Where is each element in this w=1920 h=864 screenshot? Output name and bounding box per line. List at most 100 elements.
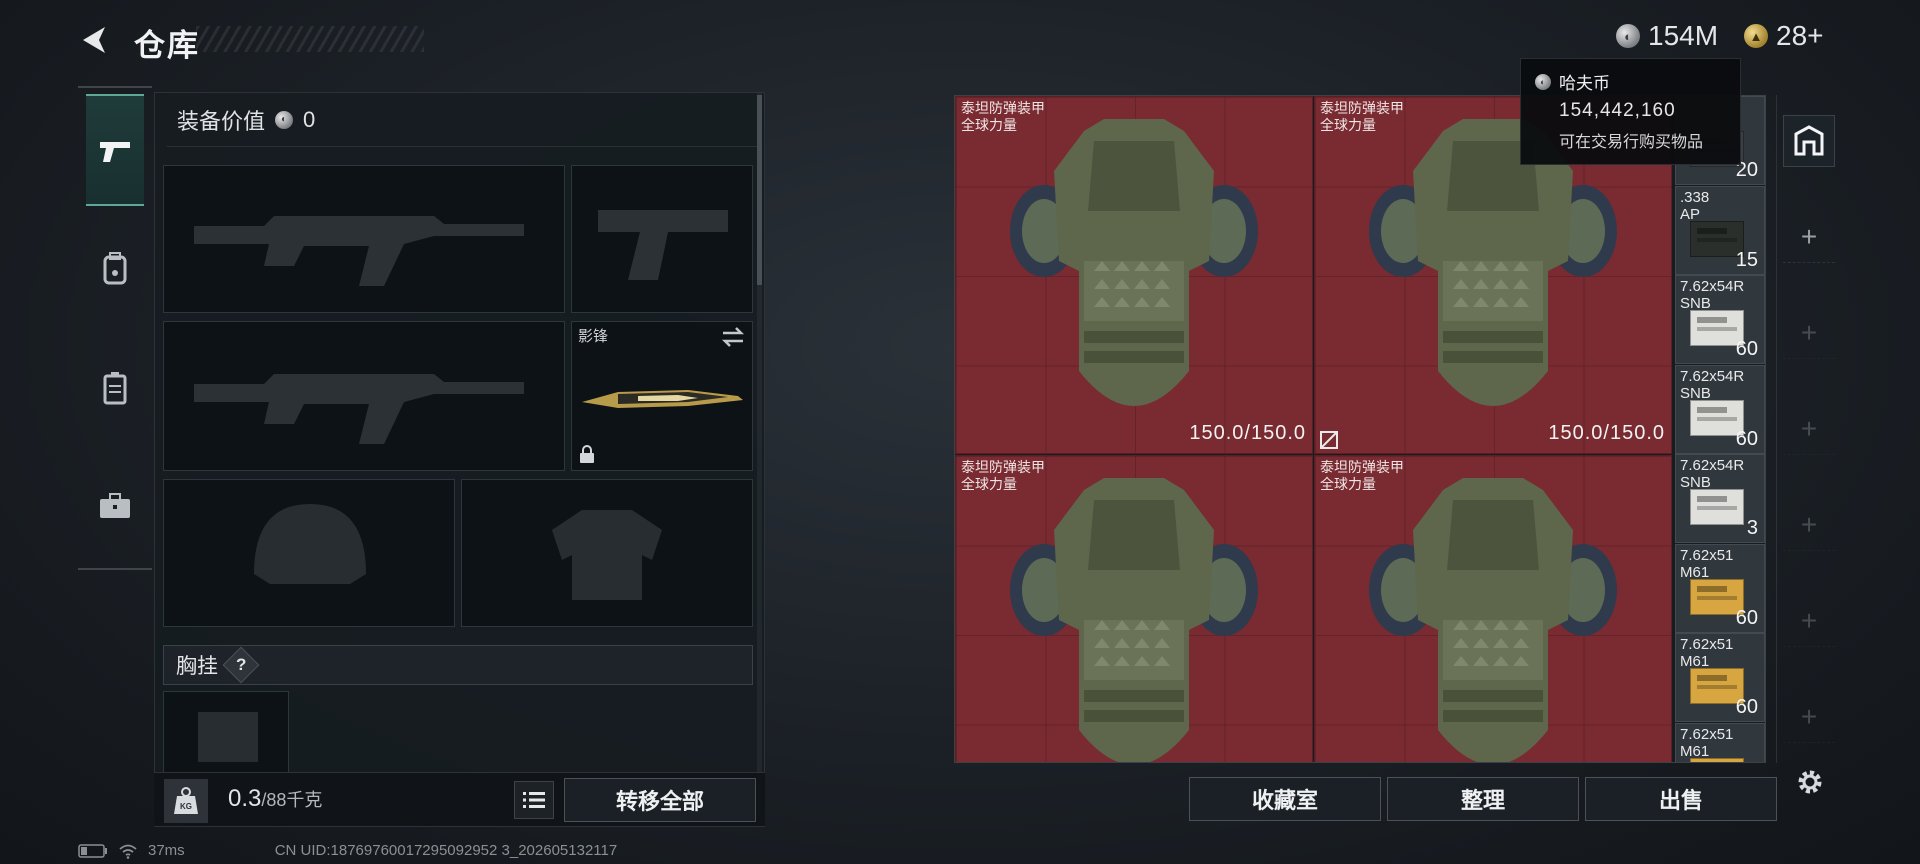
stash-item-ammo[interactable]: 7.62x51 M61 60 — [1675, 633, 1765, 722]
gear-icon — [1798, 770, 1822, 794]
stash-grid: 泰坦防弹装甲 全球力量 150.0/150.0 泰坦防弹装甲 全球力量 150.… — [954, 95, 1766, 763]
equipment-panel: 装备价值 ◐ 0 影锋 胸挂 ? — [154, 92, 765, 827]
primary-weapon-slot-1[interactable] — [163, 165, 565, 313]
not-equippable-icon — [1319, 430, 1339, 450]
add-stash-tab-6[interactable]: + — [1783, 691, 1835, 743]
tab-rig[interactable] — [86, 332, 144, 444]
back-button[interactable] — [74, 18, 114, 62]
primary-weapon-slot-2[interactable] — [163, 321, 565, 471]
tab-backpack[interactable] — [86, 212, 144, 324]
weight-readout: 0.3/88千克 — [228, 785, 322, 813]
premium-coin-icon: ▲ — [1744, 24, 1768, 48]
add-stash-tab-2[interactable]: + — [1783, 307, 1835, 359]
stash-item-ammo[interactable]: 7.62x54R SNB 60 — [1675, 275, 1765, 364]
add-stash-tab-1[interactable]: + — [1783, 211, 1835, 263]
stash-item-armor[interactable]: 泰坦防弹装甲 全球力量 — [955, 455, 1313, 762]
helmet-slot[interactable] — [163, 479, 455, 627]
ammo-count: 15 — [1735, 248, 1758, 271]
battery-icon — [78, 843, 107, 858]
ammo-name: 7.62x51 M61 — [1680, 636, 1734, 670]
ammo-name: 7.62x51 M61 — [1680, 546, 1734, 581]
equipment-value-label: 装备价值 — [177, 108, 266, 134]
weight-bar: KG 0.3/88千克 转移全部 — [154, 772, 765, 826]
vest-silhouette-icon — [552, 510, 662, 600]
rifle-silhouette-icon — [194, 374, 524, 444]
ammo-count: 60 — [1735, 338, 1758, 360]
list-view-button[interactable] — [514, 781, 554, 819]
value-coin-icon: ◐ — [275, 110, 294, 129]
tooltip-amount: 154,442,160 — [1559, 100, 1676, 121]
collection-room-button[interactable]: 收藏室 — [1189, 777, 1381, 821]
chest-rig-label: 胸挂 — [176, 655, 218, 678]
pistol-slot[interactable] — [571, 165, 753, 313]
organize-button[interactable]: 整理 — [1387, 777, 1579, 821]
chest-rig-slot[interactable] — [163, 691, 289, 773]
back-arrow-icon — [83, 27, 105, 53]
pistol-silhouette-icon — [598, 210, 728, 280]
ammo-name: 7.62x54R SNB — [1680, 457, 1745, 491]
equipment-scrollbar[interactable] — [757, 93, 762, 826]
plus-icon: + — [1800, 700, 1818, 732]
help-icon[interactable]: ? — [222, 646, 260, 684]
armor-name: 泰坦防弹装甲 全球力量 — [1320, 459, 1404, 492]
wifi-icon — [119, 844, 137, 859]
currency-premium[interactable]: ▲ 28+ — [1744, 20, 1824, 52]
tab-weapons[interactable] — [86, 94, 144, 206]
plus-icon: + — [1800, 316, 1818, 348]
plus-icon: + — [1800, 604, 1818, 636]
svg-text:KG: KG — [180, 802, 192, 811]
currency-tooltip: ◐ 哈夫币 154,442,160 可在交易行购买物品 — [1520, 58, 1741, 165]
transfer-all-button[interactable]: 转移全部 — [564, 778, 756, 822]
ping-text: 37ms — [148, 842, 185, 859]
stash-item-ammo[interactable]: 7.62x54R SNB 3 — [1675, 454, 1765, 543]
ammo-name: 7.62x51 M61 — [1680, 725, 1734, 760]
armor-durability: 150.0/150.0 — [1548, 422, 1665, 444]
add-stash-tab-4[interactable]: + — [1783, 499, 1835, 551]
body-armor-icon — [1010, 119, 1258, 406]
stash-item-ammo[interactable]: 7.62x51 M61 — [1675, 722, 1765, 762]
stash-item-armor[interactable]: 泰坦防弹装甲 全球力量 — [1314, 455, 1672, 762]
body-armor-icon — [1010, 478, 1258, 762]
uid-text: CN UID:18769760017295092952 3_2026051321… — [274, 842, 618, 859]
add-stash-tab-5[interactable]: + — [1783, 595, 1835, 647]
stash-side-rail: + + + + + + — [1776, 95, 1840, 763]
settings-button[interactable] — [1790, 762, 1830, 802]
stash-icon — [1794, 125, 1824, 156]
currency-main-value: 154M — [1648, 20, 1719, 51]
currency-secondary-value: 28+ — [1776, 20, 1824, 51]
rig-silhouette-icon — [198, 712, 258, 762]
body-armor-slot[interactable] — [461, 479, 753, 627]
knife-icon — [582, 390, 743, 408]
ammo-box-icon — [1690, 757, 1744, 762]
title-decoration — [196, 26, 424, 52]
ammo-count: 60 — [1735, 696, 1758, 718]
plus-icon: + — [1800, 508, 1818, 540]
main-stash-tab[interactable] — [1783, 115, 1835, 167]
stash-item-ammo[interactable]: 7.62x54R SNB 60 — [1675, 364, 1765, 454]
ammo-count: 3 — [1746, 517, 1758, 539]
rifle-silhouette-icon — [194, 216, 524, 286]
ammo-name: 7.62x54R SNB — [1680, 367, 1745, 402]
melee-slot-label: 影锋 — [578, 328, 609, 345]
sell-button[interactable]: 出售 — [1585, 777, 1777, 821]
tab-case[interactable] — [86, 450, 144, 562]
currency-hafu[interactable]: ◐ 154M — [1616, 20, 1718, 52]
status-bar: 37ms CN UID:18769760017295092952 3_20260… — [78, 842, 617, 859]
swap-icon[interactable] — [720, 326, 746, 348]
category-tabs — [78, 86, 152, 570]
stash-item-ammo[interactable]: .338 AP 15 — [1675, 185, 1765, 275]
backpack-icon — [103, 252, 127, 285]
equipment-value-amount: 0 — [303, 106, 316, 132]
weight-max: /88千克 — [261, 790, 323, 810]
hafu-coin-icon: ◐ — [1616, 24, 1640, 48]
tooltip-coin-icon: ◐ — [1535, 73, 1551, 90]
stash-item-ammo[interactable]: 7.62x51 M61 60 — [1675, 543, 1765, 633]
chest-rig-header: 胸挂 ? — [163, 645, 753, 685]
melee-slot[interactable]: 影锋 — [571, 321, 753, 471]
stash-item-armor[interactable]: 泰坦防弹装甲 全球力量 150.0/150.0 — [955, 96, 1313, 454]
armor-name: 泰坦防弹装甲 全球力量 — [961, 100, 1045, 133]
ammo-count: 60 — [1735, 427, 1758, 450]
ammo-name: .338 AP — [1680, 188, 1710, 223]
add-stash-tab-3[interactable]: + — [1783, 403, 1835, 455]
plus-icon: + — [1800, 412, 1818, 444]
